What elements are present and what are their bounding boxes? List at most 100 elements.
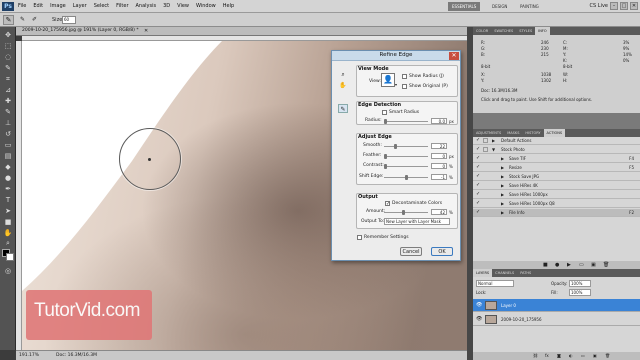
new-action-icon[interactable]: ▣ xyxy=(591,262,596,268)
menu-window[interactable]: Window xyxy=(196,3,216,9)
visibility-eye-icon[interactable]: 👁 xyxy=(476,302,482,308)
workspace-design[interactable]: DESIGN xyxy=(488,2,511,11)
document-tab[interactable]: 2009-10-20_175956.jpg @ 191% (Layer 0, R… xyxy=(16,27,467,36)
history-brush-tool-icon[interactable]: ↺ xyxy=(3,130,13,139)
gradient-tool-icon[interactable]: ▤ xyxy=(3,152,13,161)
tab-paths[interactable]: PATHS xyxy=(517,269,534,277)
shape-tool-icon[interactable]: ■ xyxy=(3,218,13,227)
action-item[interactable]: ✓ ▶ Resize F5 xyxy=(473,164,640,172)
shift-edge-slider-knob[interactable] xyxy=(405,175,408,180)
visibility-eye-icon[interactable]: 👁 xyxy=(476,316,482,322)
quick-select-tool-icon[interactable]: ✎ xyxy=(3,64,13,73)
feather-input[interactable]: 0 xyxy=(431,153,447,159)
menu-layer[interactable]: Layer xyxy=(73,3,87,9)
expand-triangle-icon[interactable]: ▶ xyxy=(501,191,504,199)
refine-radius-tool-icon[interactable]: ✎ xyxy=(3,15,14,25)
action-item[interactable]: ✓ ▶ File Info F2 xyxy=(473,209,640,217)
action-enabled-check-icon[interactable]: ✓ xyxy=(476,138,481,143)
new-layer-icon[interactable]: ▣ xyxy=(593,353,597,358)
radius-slider-knob[interactable] xyxy=(384,119,387,124)
workspace-painting[interactable]: PAINTING xyxy=(516,2,543,11)
tab-info[interactable]: INFO xyxy=(535,27,550,35)
shift-edge-input[interactable]: -1 xyxy=(431,174,447,180)
adjustment-layer-icon[interactable]: ◐ xyxy=(569,353,573,358)
opacity-input[interactable]: 100% xyxy=(569,280,591,287)
menu-filter[interactable]: Filter xyxy=(116,3,128,9)
decontaminate-checkbox[interactable]: ✓ xyxy=(385,201,390,207)
blend-mode-select[interactable]: Normal xyxy=(476,280,514,287)
menu-3d[interactable]: 3D xyxy=(163,3,170,9)
output-to-select[interactable]: New Layer with Layer Mask xyxy=(384,218,450,225)
type-tool-icon[interactable]: T xyxy=(3,196,13,205)
amount-slider-track[interactable] xyxy=(384,212,428,213)
radius-input[interactable]: 0.0 xyxy=(431,118,447,124)
tab-styles[interactable]: STYLES xyxy=(516,27,535,35)
action-dialog-toggle-icon[interactable] xyxy=(483,147,488,152)
clone-stamp-tool-icon[interactable]: ⊥ xyxy=(3,119,13,128)
background-color-swatch[interactable] xyxy=(6,253,14,261)
trash-icon[interactable]: 🗑 xyxy=(603,262,609,268)
minimize-icon[interactable]: – xyxy=(610,2,618,10)
pen-tool-icon[interactable]: ✒ xyxy=(3,185,13,194)
healing-tool-icon[interactable]: ✚ xyxy=(3,97,13,106)
amount-slider-knob[interactable] xyxy=(402,210,405,215)
smooth-slider-knob[interactable] xyxy=(394,144,397,149)
expand-triangle-icon[interactable]: ▶ xyxy=(501,209,504,217)
view-mode-picker[interactable]: 👤 xyxy=(381,73,395,87)
action-set-default[interactable]: ✓ ▶ Default Actions xyxy=(473,137,640,145)
smart-radius-checkbox[interactable] xyxy=(382,110,387,115)
action-enabled-check-icon[interactable]: ✓ xyxy=(476,156,481,161)
hand-tool-icon[interactable]: ✋ xyxy=(3,229,13,238)
tab-layers[interactable]: LAYERS xyxy=(473,269,493,277)
tab-adjustments[interactable]: ADJUSTMENTS xyxy=(473,129,504,137)
expand-triangle-icon[interactable]: ▶ xyxy=(492,137,495,145)
action-item[interactable]: ✓ ▶ Save HiRes 1000px Q8 xyxy=(473,200,640,208)
dodge-tool-icon[interactable]: ● xyxy=(3,174,13,183)
play-icon[interactable]: ▶ xyxy=(567,262,571,268)
brush-add-icon[interactable]: ✎ xyxy=(20,16,25,23)
show-radius-checkbox[interactable] xyxy=(402,74,407,79)
record-icon[interactable]: ● xyxy=(555,262,559,268)
eyedropper-tool-icon[interactable]: ⊿ xyxy=(3,86,13,95)
move-tool-icon[interactable]: ✥ xyxy=(3,31,13,40)
action-enabled-check-icon[interactable]: ✓ xyxy=(476,147,481,152)
dialog-close-icon[interactable]: ✕ xyxy=(449,52,459,60)
action-dialog-toggle-icon[interactable] xyxy=(483,138,488,143)
zoom-tool-icon[interactable]: ⌕ xyxy=(338,70,348,79)
maximize-icon[interactable]: □ xyxy=(620,2,628,10)
feather-slider-knob[interactable] xyxy=(384,154,387,159)
expand-triangle-icon[interactable]: ▶ xyxy=(501,164,504,172)
trash-icon[interactable]: 🗑 xyxy=(605,353,610,358)
action-enabled-check-icon[interactable]: ✓ xyxy=(476,174,481,179)
path-select-tool-icon[interactable]: ➤ xyxy=(3,207,13,216)
marquee-tool-icon[interactable]: ⬚ xyxy=(3,42,13,51)
action-enabled-check-icon[interactable]: ✓ xyxy=(476,210,481,215)
expand-triangle-icon[interactable]: ▶ xyxy=(501,173,504,181)
brush-tool-icon[interactable]: ✎ xyxy=(3,108,13,117)
smooth-slider-track[interactable] xyxy=(384,146,428,147)
action-set-stock-photo[interactable]: ✓ ▼ Stock Photo xyxy=(473,146,640,154)
new-set-icon[interactable]: ▭ xyxy=(579,262,584,268)
cs-live-button[interactable]: CS Live xyxy=(590,3,608,9)
stop-icon[interactable]: ■ xyxy=(543,262,548,268)
size-input[interactable]: 60 xyxy=(62,16,76,24)
action-item[interactable]: ✓ ▶ Save HiRes 4K xyxy=(473,182,640,190)
action-enabled-check-icon[interactable]: ✓ xyxy=(476,192,481,197)
action-item[interactable]: ✓ ▶ Save TIF F4 xyxy=(473,155,640,163)
add-mask-icon[interactable]: ◙ xyxy=(557,353,561,358)
feather-slider-track[interactable] xyxy=(384,156,428,157)
menu-select[interactable]: Select xyxy=(94,3,109,9)
menu-view[interactable]: View xyxy=(177,3,189,9)
workspace-essentials[interactable]: ESSENTIALS xyxy=(448,2,481,11)
radius-slider-track[interactable] xyxy=(384,121,428,122)
show-original-checkbox[interactable] xyxy=(402,84,407,89)
expand-triangle-icon[interactable]: ▶ xyxy=(501,200,504,208)
tab-actions[interactable]: ACTIONS xyxy=(543,129,566,137)
action-enabled-check-icon[interactable]: ✓ xyxy=(476,183,481,188)
smooth-input[interactable]: 22 xyxy=(431,143,447,149)
new-group-icon[interactable]: ▭ xyxy=(581,353,585,358)
tab-history[interactable]: HISTORY xyxy=(522,129,543,137)
fill-input[interactable]: 100% xyxy=(569,289,591,296)
hand-tool-icon[interactable]: ✋ xyxy=(338,81,348,90)
brush-erase-icon[interactable]: ✐ xyxy=(32,16,37,23)
